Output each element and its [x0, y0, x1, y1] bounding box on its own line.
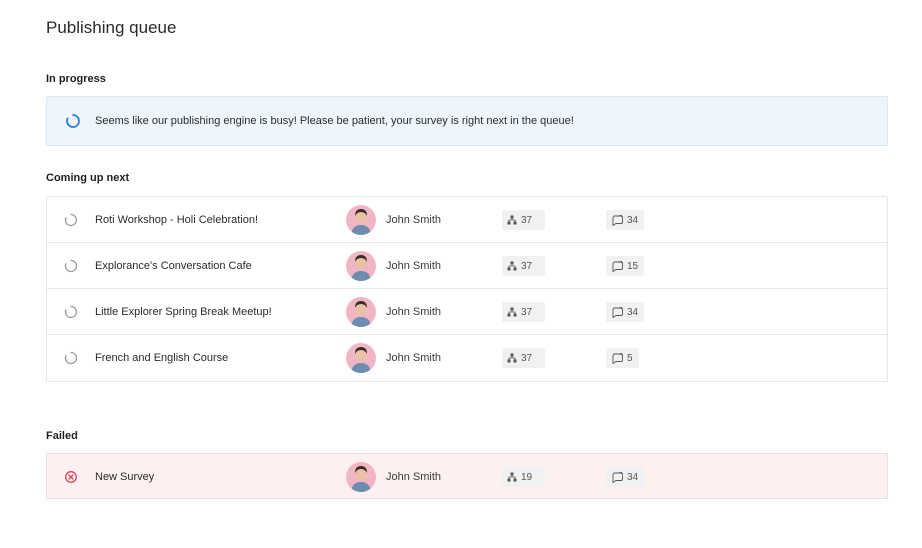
pending-spinner-icon: [64, 213, 78, 227]
hierarchy-icon: [507, 472, 517, 482]
failed-heading: Failed: [46, 430, 78, 442]
question-bubble-icon: [611, 352, 623, 364]
user-avatar: [346, 205, 376, 235]
error-circle-icon: [64, 470, 78, 484]
failed-list: New Survey John Smith 19 34: [46, 453, 888, 499]
questions-value: 15: [627, 260, 639, 272]
user-avatar: [346, 297, 376, 327]
hierarchy-icon: [507, 215, 517, 225]
question-bubble-icon: [611, 471, 623, 483]
survey-title: New Survey: [95, 471, 155, 483]
survey-title: Little Explorer Spring Break Meetup!: [95, 306, 272, 318]
questions-value: 5: [627, 352, 633, 364]
author-name: John Smith: [386, 471, 442, 483]
hierarchy-icon: [507, 307, 517, 317]
questions-count: 34: [606, 467, 645, 487]
queue-row[interactable]: French and English Course John Smith 37 …: [47, 335, 887, 381]
question-bubble-icon: [611, 306, 623, 318]
questions-count: 34: [606, 302, 645, 322]
loading-spinner-icon: [65, 113, 81, 134]
user-avatar: [346, 343, 376, 373]
queue-row[interactable]: Little Explorer Spring Break Meetup! Joh…: [47, 289, 887, 335]
survey-title: French and English Course: [95, 352, 229, 364]
in-progress-message: Seems like our publishing engine is busy…: [95, 115, 574, 127]
author-name: John Smith: [386, 214, 442, 226]
questions-value: 34: [627, 214, 639, 226]
responses-count: 37: [502, 302, 545, 322]
queue-row[interactable]: Roti Workshop - Holi Celebration! John S…: [47, 197, 887, 243]
responses-count: 37: [502, 348, 545, 368]
hierarchy-icon: [507, 261, 517, 271]
responses-value: 37: [521, 306, 533, 318]
author-name: John Smith: [386, 352, 442, 364]
page-title: Publishing queue: [46, 18, 177, 37]
user-avatar: [346, 462, 376, 492]
questions-count: 5: [606, 348, 639, 368]
questions-value: 34: [627, 471, 639, 483]
author-name: John Smith: [386, 306, 442, 318]
responses-value: 37: [521, 260, 533, 272]
responses-value: 19: [521, 471, 533, 483]
hierarchy-icon: [507, 353, 517, 363]
queue-row-failed[interactable]: New Survey John Smith 19 34: [47, 454, 887, 500]
coming-up-list: Roti Workshop - Holi Celebration! John S…: [46, 196, 888, 382]
responses-count: 37: [502, 256, 545, 276]
question-bubble-icon: [611, 260, 623, 272]
user-avatar: [346, 251, 376, 281]
responses-value: 37: [521, 352, 533, 364]
author-name: John Smith: [386, 260, 442, 272]
questions-count: 15: [606, 256, 645, 276]
in-progress-heading: In progress: [46, 73, 106, 85]
questions-value: 34: [627, 306, 639, 318]
survey-title: Explorance's Conversation Cafe: [95, 260, 252, 272]
responses-value: 37: [521, 214, 533, 226]
pending-spinner-icon: [64, 259, 78, 273]
queue-row[interactable]: Explorance's Conversation Cafe John Smit…: [47, 243, 887, 289]
pending-spinner-icon: [64, 305, 78, 319]
responses-count: 37: [502, 210, 545, 230]
coming-up-heading: Coming up next: [46, 172, 130, 184]
survey-title: Roti Workshop - Holi Celebration!: [95, 214, 259, 226]
in-progress-banner: Seems like our publishing engine is busy…: [46, 96, 888, 146]
responses-count: 19: [502, 467, 545, 487]
questions-count: 34: [606, 210, 645, 230]
pending-spinner-icon: [64, 351, 78, 365]
question-bubble-icon: [611, 214, 623, 226]
